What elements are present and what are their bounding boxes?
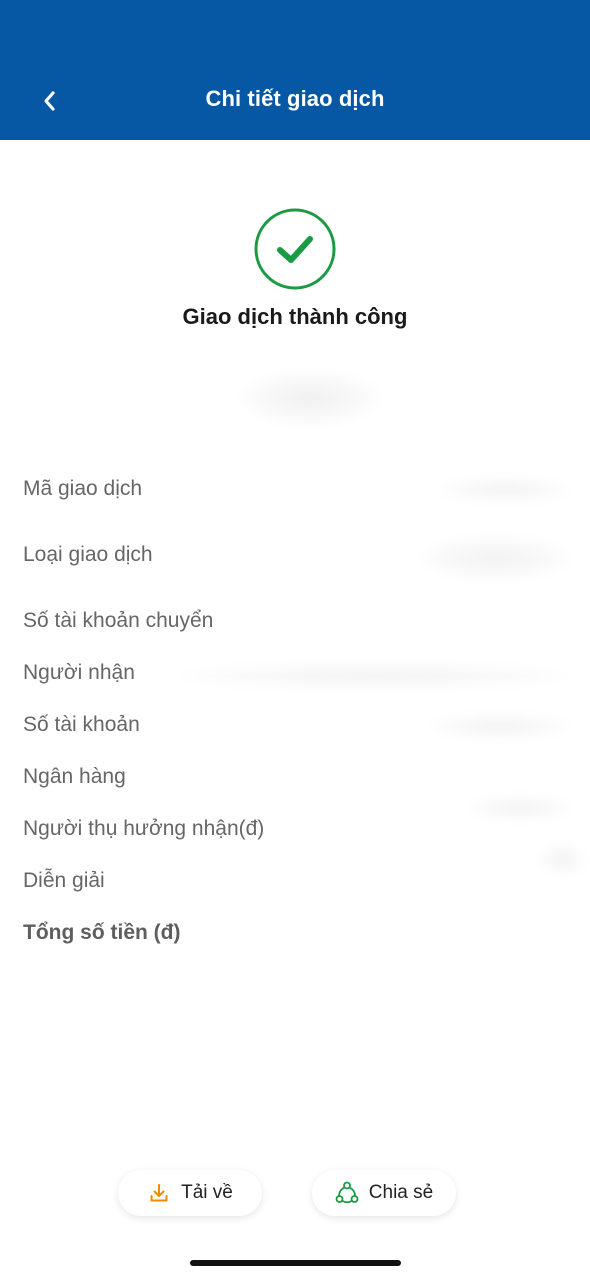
label-recipient: Người nhận	[23, 661, 135, 684]
label-description: Diễn giải	[23, 869, 105, 892]
home-indicator[interactable]	[190, 1260, 401, 1266]
check-circle-icon	[254, 208, 336, 290]
redacted-value	[420, 536, 570, 580]
transaction-detail-screen: Chi tiết giao dịch Giao dịch thành công …	[0, 0, 590, 1280]
label-account-number: Số tài khoản	[23, 713, 140, 736]
header-bar: Chi tiết giao dịch	[0, 0, 590, 140]
download-icon	[147, 1181, 171, 1205]
page-title: Chi tiết giao dịch	[205, 86, 385, 111]
redacted-amount	[240, 370, 380, 426]
download-button[interactable]: Tải về	[118, 1170, 262, 1216]
label-bank: Ngân hàng	[23, 765, 126, 788]
redacted-value	[540, 844, 585, 874]
status-message: Giao dịch thành công	[182, 304, 408, 329]
label-beneficiary-received: Người thụ hưởng nhận(đ)	[23, 817, 265, 840]
redacted-value	[470, 796, 570, 820]
redacted-value	[440, 478, 570, 502]
share-label: Chia sẻ	[368, 1182, 434, 1203]
label-total-amount: Tổng số tiền (đ)	[23, 921, 181, 944]
download-label: Tải về	[181, 1182, 233, 1203]
label-transaction-type: Loại giao dịch	[23, 543, 153, 566]
label-source-account: Số tài khoản chuyển	[23, 609, 214, 632]
label-transaction-id: Mã giao dịch	[23, 477, 143, 500]
share-button[interactable]: Chia sẻ	[312, 1170, 456, 1216]
redacted-value	[430, 714, 570, 738]
share-icon	[335, 1181, 359, 1205]
redacted-value	[180, 664, 570, 688]
